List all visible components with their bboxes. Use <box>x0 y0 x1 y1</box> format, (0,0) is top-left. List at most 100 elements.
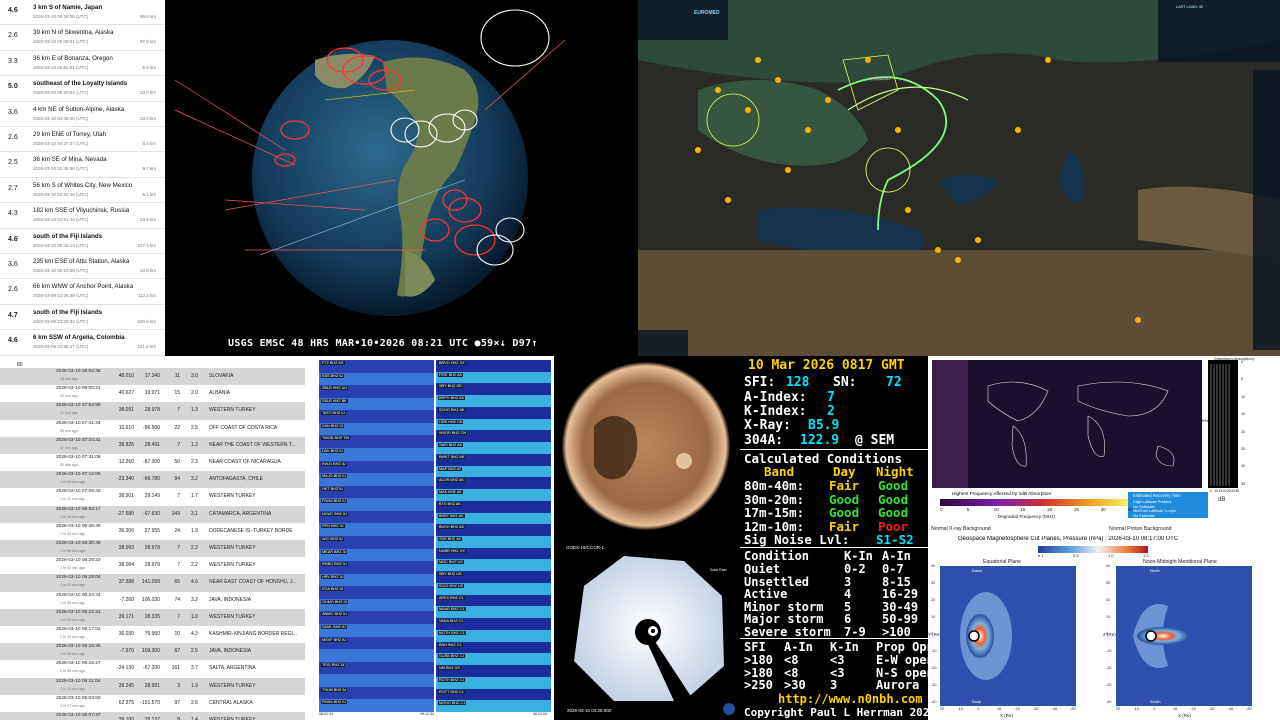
quake-depth: 97 <box>174 699 180 706</box>
quake-lat: 48.010 <box>118 373 134 379</box>
quake-region: WESTERN TURKEY <box>209 562 256 569</box>
seismogram-trace: HRV BHZ IU <box>319 573 434 587</box>
quake-region: WESTERN TURKEY <box>209 493 256 500</box>
quake-region: SALTA, ARGENTINA <box>209 665 256 672</box>
quake-magnitude: 3.1 <box>191 510 198 517</box>
table-row: 2026-03-10 06:11:04 2 hr 10 min ago 39.245… <box>0 677 305 695</box>
quake-ago: 2 hr 10 min ago <box>60 686 85 691</box>
quake-magnitude: 3.2 <box>191 596 198 603</box>
earthquake-time: 2026-03-10 01:51:44 (UTC) <box>33 217 89 223</box>
earthquake-place: 39 km N of Skwentna, Alaska <box>33 29 114 37</box>
table-row: 2026-03-10 07:34:31 47 min ago 38.826 28.49… <box>0 436 305 454</box>
prop-table-cell: 3 <box>830 678 838 692</box>
quake-lon: 28.991 <box>144 682 160 689</box>
drap-scale-tick: 35 <box>1127 507 1133 512</box>
earthquake-list-item[interactable]: 4.7 south of the Fiji Islands 2026-03-09 2… <box>0 305 165 331</box>
seismogram-station-label: POHA BHZ IU <box>321 499 348 504</box>
quake-depth: 7 <box>177 562 180 569</box>
earthquake-list-item[interactable]: 3.3 36 km E of Bonanza, Oregon 2026-03-10 … <box>0 51 165 77</box>
earthquake-list-item[interactable]: 3.6 4 km NE of Sutton-Alpine, Alaska 2026-… <box>0 102 165 127</box>
prop-url[interactable]: http://www.n0nbh.com <box>778 692 923 706</box>
quake-lat: 12.260 <box>118 459 134 465</box>
earthquake-list-item[interactable]: 2.6 29 km ENE of Torrey, Utah 2026-03-10 0… <box>0 127 165 153</box>
earthquake-depth: 6.1 km <box>142 191 156 197</box>
quake-region: NEAR EAST COAST OF HONSHU, J... <box>209 579 297 586</box>
earthquake-list-item[interactable]: 4.6 3 km S of Namie, Japan 2026-03-10 06:2… <box>0 0 165 26</box>
seismogram-trace: MAJO BHZ IU <box>319 473 434 486</box>
prop-divider-1 <box>740 449 928 450</box>
drap-db-tick: 35 <box>1235 489 1240 493</box>
drap-right-tick: 25 <box>1241 447 1246 451</box>
table-row: 2026-03-10 06:29:22 1 hr 52 min ago 38.084… <box>0 557 305 574</box>
earthquake-time: 2026-03-09 23:26:49 (UTC) <box>33 293 89 299</box>
quake-ago: 2 hr 05 min ago <box>60 652 85 657</box>
earthquake-time: 2026-03-10 00:23:09 (UTC) <box>33 268 89 273</box>
condition-header: K-In <box>844 549 873 563</box>
earthquake-list-item[interactable]: 4.3 182 km SSE of Vilyuchinsk, Russia 2026… <box>0 203 165 229</box>
earthquake-depth: 520.9 km <box>137 318 156 324</box>
drap-proton-bg: Normal Proton Background <box>1109 526 1172 532</box>
earthquake-depth: 5.4 km <box>142 141 156 146</box>
seismogram-trace: APEX BHZ C1 <box>436 594 551 607</box>
quake-lon: -151.570 <box>140 699 160 706</box>
seismogram-station-label: ROTT BHZ C1 <box>438 689 465 694</box>
earthquake-list-item[interactable]: 2.7 56 km S of Whites City, New Mexico 202… <box>0 178 165 204</box>
seismo-time-start: 08:02:34 <box>319 712 333 716</box>
magneto-y-tick: -20 <box>931 666 937 670</box>
earthquake-list-item[interactable]: 5.0 southeast of the Loyalty Islands 2026-… <box>0 76 165 102</box>
quake-lat: -7.970 <box>119 648 134 655</box>
quake-time: 2026-03-10 08:02:38 <box>56 369 101 374</box>
table-row: 2026-03-10 07:09:43 1 hr 11 min ago 38.901… <box>0 488 305 505</box>
seismogram-trace: EGA BHZ IU <box>319 586 434 599</box>
magneto-left-title: Equatorial Plane <box>983 559 1022 565</box>
solar-east-label: Solar East <box>710 568 727 572</box>
earthquake-list-item[interactable]: 3.6 235 km ESE of Attu Station, Alaska 202… <box>0 254 165 280</box>
earthquake-time: 2026-03-09 22:58:17 (UTC) <box>33 344 89 350</box>
quake-magnitude: 2.5 <box>191 424 198 431</box>
earthquake-time: 2026-03-10 06:52:01 (UTC) <box>33 64 89 70</box>
quake-magnitude: 2.2 <box>191 562 198 569</box>
prop-divider-3 <box>740 638 928 639</box>
quake-ago: 1 hr 58 min ago <box>60 617 85 622</box>
seismogram-trace: ANMO BHZ IU <box>319 611 434 624</box>
sfi-value: 128 <box>786 375 810 390</box>
coronagraph-label: GOES-19/CCOR-1 <box>566 545 605 550</box>
quake-lon: 28.979 <box>144 562 160 569</box>
prop-table-cell: >30 <box>784 678 806 692</box>
earthquake-depth: 99.6 km <box>139 14 156 19</box>
magneto-y-tick: 30 <box>931 581 936 585</box>
seismogram-station-label: BRPH BHZ AK <box>438 396 466 401</box>
seismogram-trace: KWJ1 BHZ IU <box>319 460 434 474</box>
magneto-y-tick: 10 <box>931 615 936 619</box>
seismogram-trace: FIRE BHZ AK <box>436 371 551 384</box>
seismogram-station-label: VADA BHZ C1 <box>438 619 465 624</box>
quake-time: 2026-03-10 06:38:49 <box>56 523 101 529</box>
earthquake-list-item[interactable]: 2.6 66 km WNW of Anchor Point, Alaska 2026… <box>0 279 165 305</box>
earthquake-depth: 9.7 km <box>142 166 156 172</box>
earthquake-list-item[interactable]: 4.6 6 km SSW of Argelia, Colombia 2026-03-… <box>0 330 165 356</box>
earthquake-list-item[interactable]: 2.5 36 km SE of Mina, Nevada 2026-03-10 02… <box>0 152 165 178</box>
flight-map-spiral-label: SPIRALING <box>869 76 891 81</box>
magneto-y-tick: 20 <box>931 598 936 602</box>
quake-lon: 28.335 <box>144 613 160 620</box>
quake-lat: 40.627 <box>118 390 134 397</box>
earthquake-list-item[interactable]: 4.6 south of the Fiji Islands 2026-03-10 0… <box>0 229 165 254</box>
propagation-conditions: 10 Mar 2026 0817 GMT SFI: 128 SN: 72 A-I… <box>740 356 928 720</box>
earthquake-magnitude: 3.6 <box>8 261 18 268</box>
seismo-time-end: 08:22:04 <box>533 712 547 716</box>
magneto-x-tick: -10 <box>1171 707 1178 711</box>
quake-lon: 106.030 <box>141 596 160 603</box>
drap-scale-tick: 25 <box>1074 507 1080 512</box>
magneto-x-tick: -20 <box>1014 707 1020 711</box>
seismogram-station-label: HDB HHZ CN <box>438 419 464 424</box>
quake-depth: 11 <box>174 373 180 379</box>
quake-lon: 28.491 <box>144 441 160 448</box>
earthquake-list-item[interactable]: 2.6 39 km N of Skwentna, Alaska 2026-03-10… <box>0 25 165 51</box>
seismogram-trace: MKAR BHZ IU <box>319 548 434 562</box>
quake-time: 2026-03-10 06:29:04 <box>56 575 101 581</box>
earthquake-depth: 6.9 km <box>142 64 156 70</box>
seismogram-station-label: NOUC BHZ IU <box>321 511 348 516</box>
seismogram-station-label: KBS BHZ IU <box>321 373 345 378</box>
earthquake-magnitude: 4.6 <box>8 337 18 345</box>
noise-value: S1-S2 <box>876 532 914 547</box>
